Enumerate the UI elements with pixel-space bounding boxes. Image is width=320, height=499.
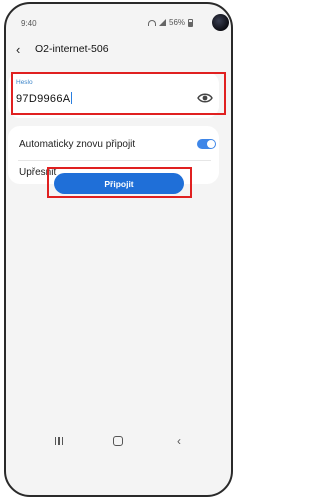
page-title: O2-internet-506 xyxy=(35,43,109,55)
back-icon[interactable]: ‹ xyxy=(177,434,181,448)
battery-percent: 56% xyxy=(169,18,186,27)
password-label: Heslo xyxy=(16,79,33,86)
signal-icon xyxy=(159,19,166,26)
wifi-icon xyxy=(148,19,156,26)
status-icons: 56% xyxy=(148,18,194,27)
home-icon[interactable] xyxy=(113,436,123,446)
text-cursor xyxy=(71,92,73,104)
recent-apps-icon[interactable] xyxy=(55,437,65,445)
status-time: 9:40 xyxy=(21,19,37,28)
status-bar: 9:40 56% xyxy=(6,16,231,32)
back-arrow-icon[interactable]: ‹ xyxy=(16,43,26,56)
advanced-label: Upřesnit xyxy=(19,167,57,178)
password-value: 97D9966A xyxy=(16,92,73,105)
connect-button[interactable]: Připojit xyxy=(54,173,184,194)
app-header: ‹ O2-internet-506 xyxy=(0,40,237,60)
toggle-knob xyxy=(207,140,215,148)
password-text: 97D9966A xyxy=(16,93,71,105)
battery-icon xyxy=(188,18,194,27)
auto-reconnect-label: Automaticky znovu připojit xyxy=(19,139,136,150)
eye-icon[interactable] xyxy=(197,92,213,104)
auto-reconnect-toggle[interactable] xyxy=(197,139,216,149)
navigation-bar: ‹ xyxy=(0,430,237,448)
